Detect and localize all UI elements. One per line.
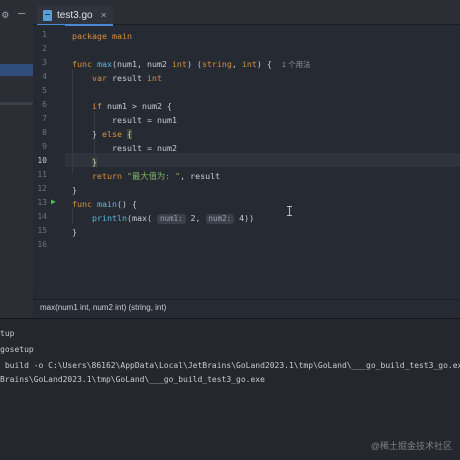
code-editor[interactable]: package main func max(num1, num2 int) (s… [66,25,460,295]
line-number: 7 [42,114,47,123]
console-line: tup [0,329,15,338]
line-number: 4 [42,72,47,81]
project-panel-strip: ⚙ — [0,0,34,318]
text-cursor-icon [287,206,292,216]
code-line-4: var result int [92,73,162,83]
param-hint-num1: num1: [156,214,186,224]
line-number: 15 [37,226,47,235]
indent-guide [72,69,73,173]
code-line-7: result = num1 [112,115,177,125]
code-line-12: } [72,185,77,195]
code-line-6: if num1 > num2 { [92,101,172,111]
function-name: max [96,59,112,69]
project-tree-row[interactable] [0,102,33,105]
project-tree-selected-row[interactable] [0,64,33,76]
minimize-icon[interactable]: — [18,6,25,20]
line-number-active: 10 [37,156,47,165]
code-line-9: result = num2 [112,143,177,153]
line-number: 11 [37,170,47,179]
code-line-10: } [92,157,97,167]
code-line-11: return "最大值为: ", result [92,171,221,181]
line-number: 8 [42,128,47,137]
line-number: 16 [37,240,47,249]
line-number: 1 [42,30,47,39]
console-line: build -o C:\Users\86162\AppData\Local\Je… [0,361,460,370]
line-number: 5 [42,86,47,95]
code-line-1: package main [72,29,132,43]
line-number: 9 [42,142,47,151]
tab-test3-go[interactable]: test3.go × [37,6,113,26]
editor-breadcrumb[interactable]: max(num1 int, num2 int) (string, int) [33,299,460,318]
function-signature[interactable]: max(num1 int, num2 int) (string, int) [40,303,166,312]
line-number: 13 [37,198,47,207]
code-line-14: println(max( num1: 2, num2: 4)) [92,213,255,224]
package-name: main [111,31,132,41]
editor-tab-bar: test3.go × [33,0,460,26]
keyword: func [72,59,92,69]
line-number: 14 [37,212,47,221]
play-icon[interactable]: ▶ [51,197,56,206]
code-line-13: func main() { [72,199,137,209]
keyword: package [72,31,107,41]
go-file-icon [43,9,52,21]
tab-filename: test3.go [57,9,93,21]
param-hint-num2: num2: [205,214,235,224]
code-line-8: } else { [92,129,132,139]
indent-guide [72,209,73,223]
line-number: 6 [42,100,47,109]
watermark: @稀土掘金技术社区 [370,441,452,451]
code-line-3: func max(num1, num2 int) (string, int) {… [72,59,311,69]
editor-gutter: 1 2 3 4 5 6 7 8 9 10 11 12 13 14 15 16 ▶ [33,25,65,295]
close-icon[interactable]: × [101,10,107,21]
console-line: gosetup [0,345,34,354]
gear-icon[interactable]: ⚙ [2,8,9,21]
console-line: Brains\GoLand2023.1\tmp\GoLand\___go_bui… [0,375,265,384]
line-number: 3 [42,58,47,67]
line-number: 12 [37,184,47,193]
usages-hint[interactable]: 1 个用法 [282,60,311,69]
code-line-15: } [72,227,77,237]
line-number: 2 [42,44,47,53]
